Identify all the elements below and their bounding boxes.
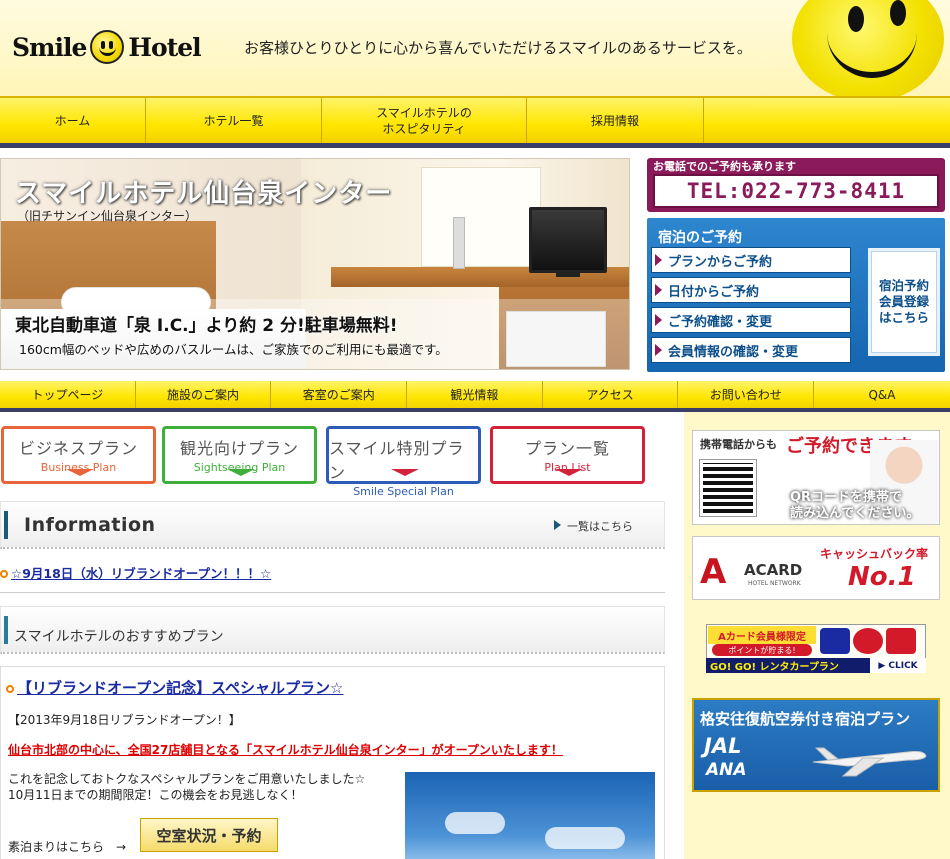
plan-body: これを記念しておトクなスペシャルプランをご用意いたしました☆ 10月11日までの… — [8, 771, 365, 803]
divider — [0, 592, 665, 593]
logo-text-hotel: Hotel — [128, 32, 201, 62]
rental-top-label: Aカード会員様限定 — [708, 626, 816, 644]
gnav-blank — [704, 98, 950, 143]
airline-plan-title: 格安往復航空券付き宿泊プラン — [700, 710, 911, 728]
global-nav: ホーム ホテル一覧 スマイルホテルの ホスピタリティ 採用情報 — [0, 96, 950, 148]
snav-facility[interactable]: 施設のご案内 — [136, 381, 272, 408]
sky-photo — [405, 772, 655, 859]
japaren-logo-icon — [853, 628, 883, 654]
reserve-by-plan-button[interactable]: プランからご予約 — [651, 247, 851, 273]
gnav-hospitality[interactable]: スマイルホテルの ホスピタリティ — [322, 98, 527, 143]
hero-access-copy: 東北自動車道「泉 I.C.」より約 2 分!駐車場無料! — [15, 316, 398, 336]
plan-title-text[interactable]: 【リブランドオープン記念】スペシャルプラン☆ — [17, 679, 344, 697]
snav-rooms[interactable]: 客室のご案内 — [271, 381, 408, 408]
rental-logos — [820, 626, 924, 656]
stay-only-label: 素泊まりはこちら → — [8, 840, 127, 854]
plan-highlight-line: 仙台市北部の中心に、全国27店舗目となる「スマイルホテル仙台泉インター」がオープ… — [8, 743, 563, 757]
availability-button[interactable]: 空室状況・予約 — [140, 818, 278, 852]
snav-contact[interactable]: お問い合わせ — [678, 381, 815, 408]
member-info-button[interactable]: 会員情報の確認・変更 — [651, 337, 851, 363]
airplane-icon — [812, 747, 927, 777]
snav-sightseeing[interactable]: 観光情報 — [407, 381, 543, 408]
tagline: お客様ひとりひとりに心から喜んでいただけるスマイルのあるサービスを。 — [244, 39, 752, 57]
acard-logo-icon: A — [700, 552, 727, 592]
snav-top[interactable]: トップページ — [0, 381, 136, 408]
information-title: Information — [24, 514, 156, 536]
plan-list-button[interactable]: プラン一覧 Plan List — [490, 426, 645, 484]
phone-number: TEL:022-773-8411 — [653, 174, 939, 208]
reservation-check-button[interactable]: ご予約確認・変更 — [651, 307, 851, 333]
smiley-icon — [90, 30, 125, 64]
snav-access[interactable]: アクセス — [543, 381, 679, 408]
gnav-recruit[interactable]: 採用情報 — [527, 98, 704, 143]
acard-name: ACARD — [744, 561, 803, 579]
qr-instruction: QRコードを携帯で 読み込んでください。 — [790, 490, 919, 522]
arrow-down-icon — [391, 469, 419, 476]
rental-badge: ポイントが貯まる! — [712, 644, 812, 656]
smile-special-plan-button[interactable]: スマイル特別プラン Smile Special Plan — [326, 426, 481, 498]
logo-text-smile: Smile — [12, 32, 87, 62]
site-logo[interactable]: Smile Hotel — [12, 30, 202, 64]
bullet-icon — [6, 685, 14, 693]
plan-body-line: これを記念しておトクなスペシャルプランをご用意いたしました☆ — [8, 772, 366, 786]
arrow-down-icon — [555, 469, 583, 476]
information-more-link[interactable]: 一覧はこちら — [554, 518, 633, 534]
plan-label: ビジネスプラン — [18, 439, 138, 458]
snav-qa[interactable]: Q&A — [814, 381, 950, 408]
sightseeing-plan-button[interactable]: 観光向けプラン Sightseeing Plan — [162, 426, 317, 484]
reservation-title: 宿泊のご予約 — [658, 230, 742, 246]
qr-line: 読み込んでください。 — [790, 506, 920, 521]
hero-window — [421, 167, 541, 267]
arrow-down-icon — [227, 469, 255, 476]
lamp-icon — [453, 217, 465, 269]
hero-room-copy: 160cm幅のベッドや広めのバスルームは、ご家族でのご利用にも最適です。 — [19, 342, 448, 357]
news-link[interactable]: ☆9月18日（水）リブランドオープン！！！☆ — [11, 566, 271, 581]
gnav-hotel-list[interactable]: ホテル一覧 — [146, 98, 322, 143]
reserve-by-date-button[interactable]: 日付からご予約 — [651, 277, 851, 303]
orix-logo-icon — [820, 628, 850, 654]
hero-banner: スマイルホテル仙台泉インター （旧チサンイン仙台泉インター） 東北自動車道「泉 … — [0, 158, 630, 370]
sub-nav: トップページ 施設のご案内 客室のご案内 観光情報 アクセス お問い合わせ Q&… — [0, 381, 950, 412]
plan-label: 観光向けプラン — [179, 439, 299, 458]
member-register-button[interactable]: 宿泊予約 会員登録 はこちら — [868, 248, 940, 356]
qr-code-icon — [699, 459, 757, 517]
business-plan-button[interactable]: ビジネスプラン Business Plan — [1, 426, 156, 484]
tv-stand — [556, 271, 580, 277]
smiley-face-icon — [792, 0, 944, 102]
arrow-down-icon — [66, 469, 94, 476]
times-logo-icon — [886, 628, 916, 654]
rental-click-button[interactable]: ▶ CLICK — [870, 658, 926, 673]
cashback-label: キャッシュバック率 — [820, 547, 929, 561]
plan-body-line: 10月11日までの期間限定！この機会をお見逃しなく！ — [8, 788, 303, 802]
qr-line: QRコードを携帯で — [790, 490, 903, 505]
no1-label: No.1 — [848, 562, 916, 592]
hotel-title: スマイルホテル仙台泉インター — [15, 179, 393, 209]
plan-title-link[interactable]: 【リブランドオープン記念】スペシャルプラン☆ — [6, 677, 344, 698]
plan-label: プラン一覧 — [524, 439, 610, 458]
ana-logo: ANA — [706, 760, 747, 780]
news-item[interactable]: ☆9月18日（水）リブランドオープン！！！☆ — [0, 563, 271, 582]
bullet-icon — [0, 570, 8, 578]
gnav-home[interactable]: ホーム — [0, 98, 146, 143]
jal-logo: JAL — [704, 734, 742, 758]
phone-label: お電話でのご予約も承ります — [653, 160, 796, 173]
plan-label-en: Smile Special Plan — [353, 485, 454, 498]
acard-network: HOTEL NETWORK — [748, 580, 801, 587]
site-header: Smile Hotel お客様ひとりひとりに心から喜んでいただけるスマイルのある… — [0, 0, 950, 102]
recommend-title: スマイルホテルのおすすめプラン — [14, 629, 224, 645]
mobile-label: 携帯電話からも — [700, 438, 777, 451]
plan-date-line: 【2013年9月18日リブランドオープン！】 — [8, 713, 241, 727]
tv-icon — [529, 207, 607, 273]
hotel-subtitle: （旧チサンイン仙台泉インター） — [17, 209, 198, 223]
